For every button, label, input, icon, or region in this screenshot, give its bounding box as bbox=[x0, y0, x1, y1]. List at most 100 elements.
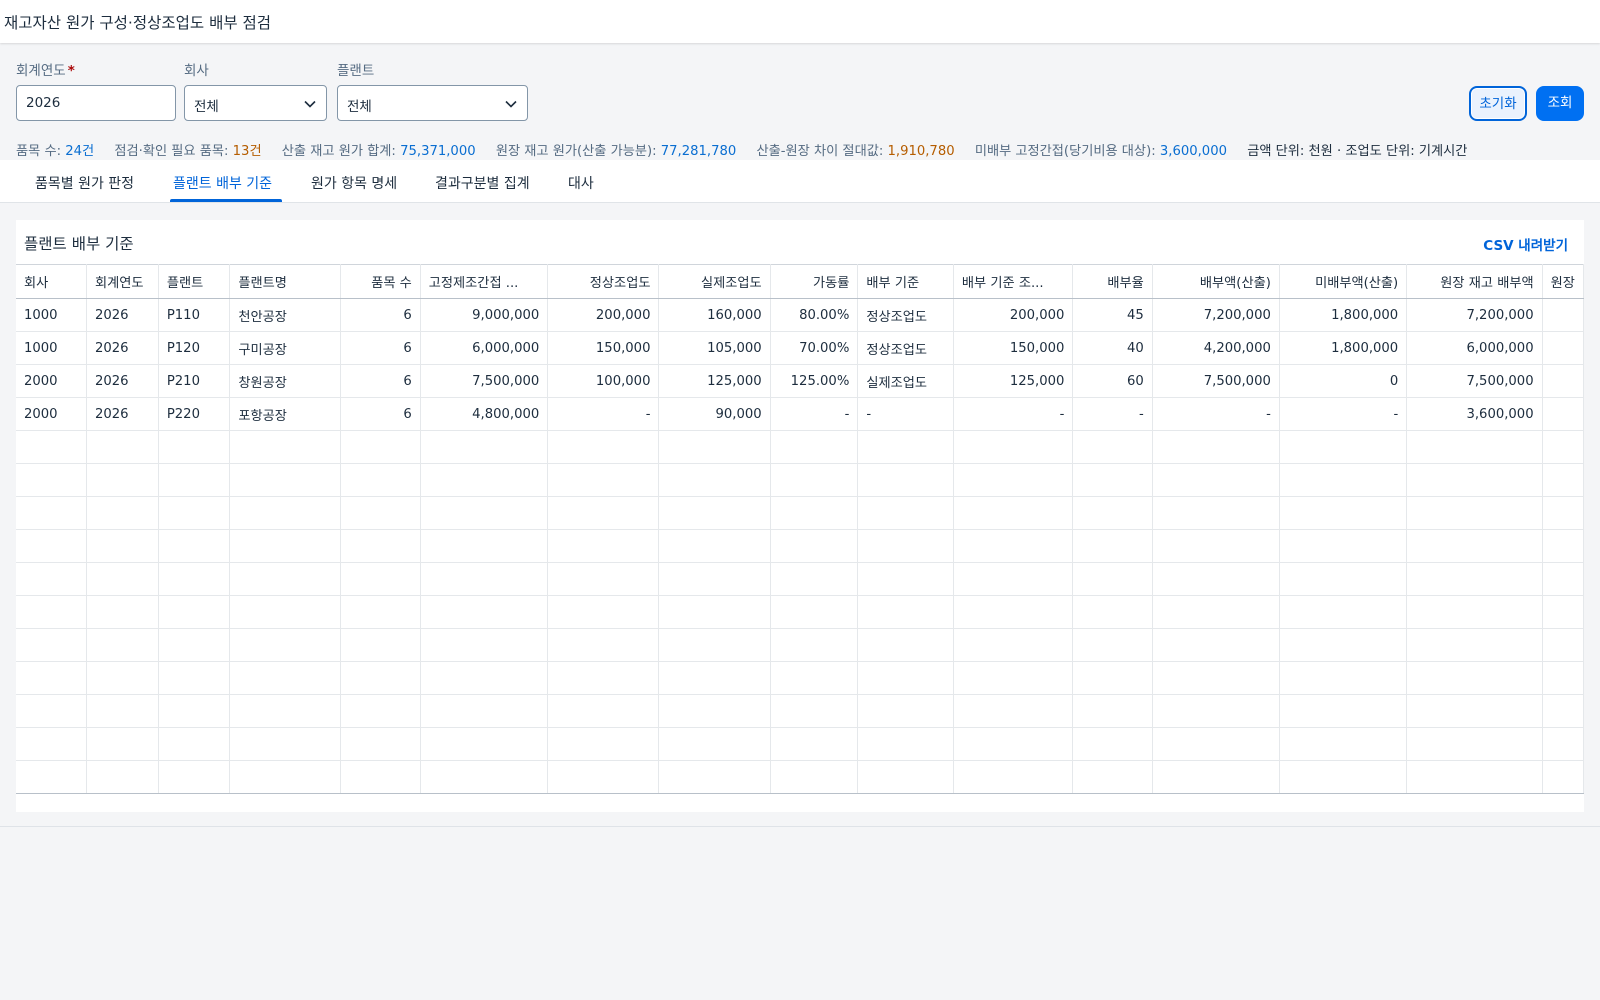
col-header-unallocated-amount[interactable]: 미배부액(산출) bbox=[1279, 264, 1408, 299]
empty-cell bbox=[953, 496, 1074, 530]
table-cell: 200,000 bbox=[547, 298, 660, 332]
empty-cell bbox=[547, 430, 660, 464]
panel-title: 플랜트 배부 기준 bbox=[24, 235, 134, 253]
table-cell: 60 bbox=[1072, 364, 1153, 398]
table-cell: 45 bbox=[1072, 298, 1153, 332]
empty-cell bbox=[547, 694, 660, 728]
empty-cell bbox=[1542, 727, 1584, 761]
empty-cell bbox=[1542, 463, 1584, 497]
empty-cell bbox=[1406, 562, 1543, 596]
empty-cell bbox=[953, 760, 1074, 794]
empty-cell bbox=[953, 529, 1074, 563]
empty-cell bbox=[158, 562, 231, 596]
empty-cell bbox=[770, 628, 859, 662]
empty-cell bbox=[953, 430, 1074, 464]
empty-cell bbox=[86, 595, 159, 629]
tab-reconciliation[interactable]: 대사 bbox=[568, 173, 594, 193]
table-cell: 2026 bbox=[86, 298, 159, 332]
empty-cell bbox=[229, 529, 342, 563]
col-header-plant[interactable]: 플랜트 bbox=[158, 264, 231, 299]
chevron-down-icon bbox=[505, 100, 517, 108]
empty-cell bbox=[16, 463, 87, 497]
empty-cell bbox=[857, 760, 954, 794]
fiscal-year-input[interactable]: 2026 bbox=[16, 85, 176, 121]
empty-cell bbox=[86, 694, 159, 728]
csv-download-button[interactable]: CSV 내려받기 bbox=[1483, 234, 1568, 254]
empty-cell bbox=[770, 661, 859, 695]
empty-cell bbox=[229, 694, 342, 728]
summary-stats: 품목 수: 24건 점검·확인 필요 품목: 13건 산출 재고 원가 합계: … bbox=[16, 140, 1467, 159]
empty-cell bbox=[229, 463, 342, 497]
empty-cell bbox=[1152, 595, 1280, 629]
reset-button[interactable]: 초기화 bbox=[1469, 86, 1527, 121]
table-cell: 6 bbox=[340, 364, 421, 398]
plant-select[interactable]: 전체 bbox=[337, 85, 528, 121]
col-header-allocation-rate[interactable]: 배부율 bbox=[1072, 264, 1153, 299]
col-header-ledger-allocation[interactable]: 원장 재고 배부액 bbox=[1406, 264, 1543, 299]
empty-cell bbox=[16, 694, 87, 728]
table-row[interactable]: 1000 2026 P110 천안공장 6 9,000,000 200,000 160,000… bbox=[16, 298, 1584, 332]
stat-check-label: 점검·확인 필요 품목: bbox=[114, 144, 229, 159]
empty-cell bbox=[547, 562, 660, 596]
empty-cell bbox=[1279, 760, 1408, 794]
empty-cell bbox=[658, 496, 771, 530]
table-cell: - bbox=[1072, 397, 1153, 431]
stat-unalloc-label: 미배부 고정간접(당기비용 대상): bbox=[974, 144, 1156, 159]
empty-cell bbox=[1406, 661, 1543, 695]
empty-cell bbox=[953, 694, 1074, 728]
table-cell: 6,000,000 bbox=[1406, 331, 1543, 365]
table-cell: 105,000 bbox=[658, 331, 771, 365]
table-cell: - bbox=[1279, 397, 1408, 431]
table-header-row: 회사 회계연도 플랜트 플랜트명 품목 수 고정제조간접 ... 정상조업도 실… bbox=[16, 264, 1584, 299]
empty-cell bbox=[86, 529, 159, 563]
table-cell: 125,000 bbox=[953, 364, 1074, 398]
col-header-company[interactable]: 회사 bbox=[16, 264, 87, 299]
table-cell: 9,000,000 bbox=[420, 298, 549, 332]
empty-cell bbox=[658, 628, 771, 662]
empty-cell bbox=[1542, 628, 1584, 662]
table-row[interactable]: 1000 2026 P120 구미공장 6 6,000,000 150,000 105,000… bbox=[16, 331, 1584, 365]
empty-cell bbox=[770, 463, 859, 497]
tab-result-summary[interactable]: 결과구분별 집계 bbox=[435, 173, 530, 193]
col-header-item-count[interactable]: 품목 수 bbox=[340, 264, 421, 299]
tab-cost-items[interactable]: 원가 항목 명세 bbox=[311, 173, 397, 193]
col-header-ledger[interactable]: 원장 bbox=[1542, 264, 1584, 299]
table-cell: - bbox=[1152, 397, 1280, 431]
tab-plant-allocation[interactable]: 플랜트 배부 기준 bbox=[173, 173, 272, 193]
tab-item-cost[interactable]: 품목별 원가 판정 bbox=[35, 173, 134, 193]
empty-cell bbox=[547, 463, 660, 497]
empty-cell bbox=[857, 463, 954, 497]
empty-cell bbox=[658, 529, 771, 563]
col-header-basis-capacity[interactable]: 배부 기준 조... bbox=[953, 264, 1074, 299]
table-cell: 0 bbox=[1279, 364, 1408, 398]
col-header-actual-capacity[interactable]: 실제조업도 bbox=[658, 264, 771, 299]
empty-cell bbox=[229, 661, 342, 695]
col-header-fixed-overhead[interactable]: 고정제조간접 ... bbox=[420, 264, 549, 299]
col-header-allocated-amount[interactable]: 배부액(산출) bbox=[1152, 264, 1280, 299]
table-row[interactable]: 2000 2026 P210 창원공장 6 7,500,000 100,000 125,000… bbox=[16, 364, 1584, 398]
col-header-normal-capacity[interactable]: 정상조업도 bbox=[547, 264, 660, 299]
empty-cell bbox=[953, 562, 1074, 596]
empty-cell bbox=[340, 496, 421, 530]
empty-cell bbox=[658, 661, 771, 695]
empty-cell bbox=[340, 595, 421, 629]
col-header-utilization[interactable]: 가동률 bbox=[770, 264, 859, 299]
company-label: 회사 bbox=[184, 63, 209, 79]
table-cell: 정상조업도 bbox=[857, 331, 954, 365]
empty-cell bbox=[953, 463, 1074, 497]
search-button[interactable]: 조회 bbox=[1536, 86, 1584, 121]
table-cell: P120 bbox=[158, 331, 231, 365]
empty-cell bbox=[340, 628, 421, 662]
col-header-allocation-basis[interactable]: 배부 기준 bbox=[857, 264, 954, 299]
stat-diff-value: 1,910,780 bbox=[887, 144, 955, 159]
stat-items-value: 24건 bbox=[65, 144, 95, 159]
col-header-plant-name[interactable]: 플랜트명 bbox=[229, 264, 342, 299]
empty-cell bbox=[16, 595, 87, 629]
company-select[interactable]: 전체 bbox=[184, 85, 327, 121]
empty-cell bbox=[770, 496, 859, 530]
table-row[interactable]: 2000 2026 P220 포항공장 6 4,800,000-90,000- - - - - -3… bbox=[16, 397, 1584, 431]
empty-cell bbox=[1072, 463, 1153, 497]
col-header-fiscal-year[interactable]: 회계연도 bbox=[86, 264, 159, 299]
table-cell: 창원공장 bbox=[229, 364, 342, 398]
empty-cell bbox=[547, 661, 660, 695]
